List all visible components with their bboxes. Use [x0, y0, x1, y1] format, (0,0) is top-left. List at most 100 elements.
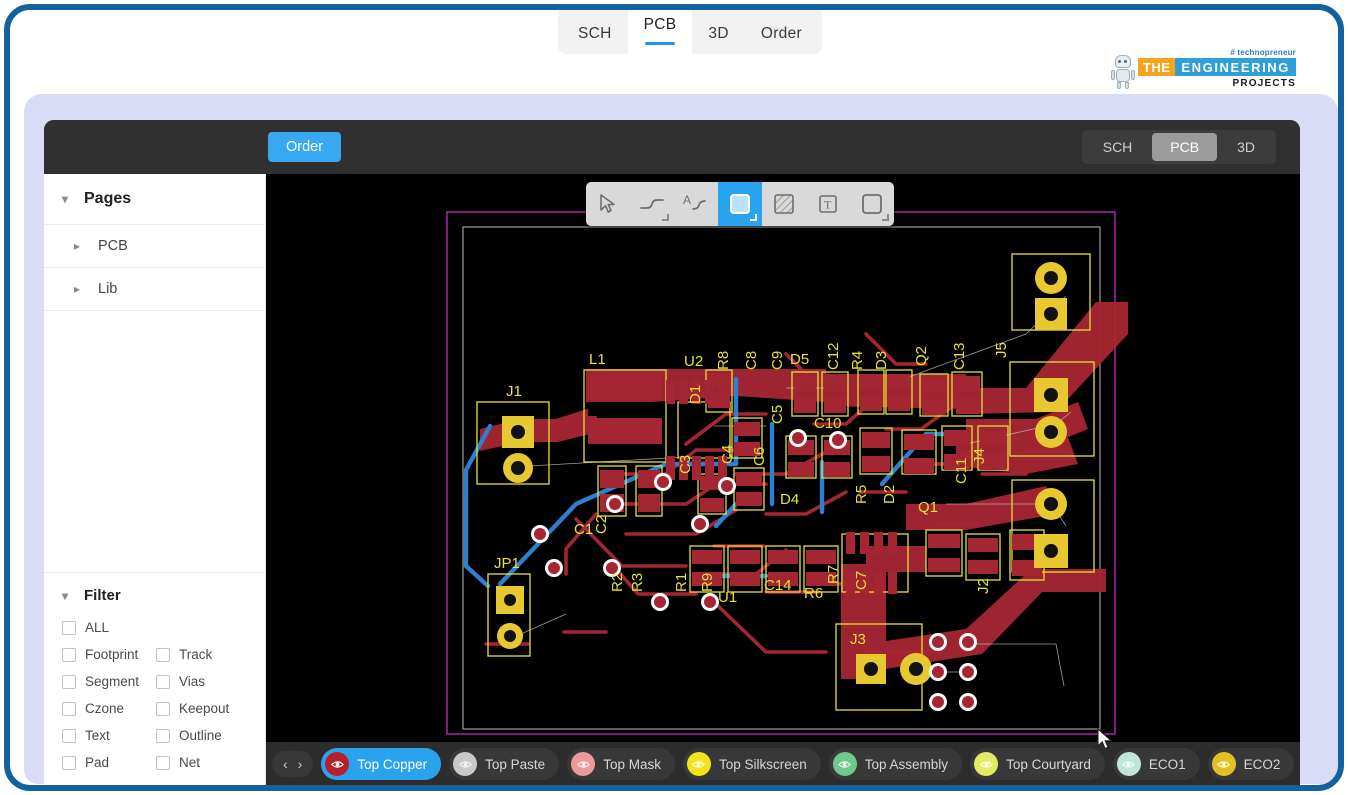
sidebar-spacer: [44, 311, 265, 573]
editor-header: Order SCH PCB 3D: [44, 120, 1300, 174]
robot-mascot-icon: [1110, 55, 1135, 89]
view-seg-sch[interactable]: SCH: [1085, 133, 1151, 161]
filter-label-outline: Outline: [179, 728, 222, 743]
filter-panel: ▾ Filter ALL Footprint Track Segment Via…: [44, 573, 265, 785]
filter-checkbox-footprint[interactable]: Footprint: [62, 641, 156, 668]
layer-visibility-eye-icon[interactable]: [325, 752, 350, 776]
filter-checkbox-text[interactable]: Text: [62, 722, 156, 749]
layer-visibility-eye-icon[interactable]: [1116, 752, 1141, 776]
doc-tab-3d-label: 3D: [708, 24, 729, 42]
designator-D3: D3: [873, 351, 890, 370]
auto-route-icon[interactable]: A: [674, 182, 718, 226]
filter-checkbox-track[interactable]: Track: [156, 641, 212, 668]
layer-visibility-eye-icon[interactable]: [832, 752, 857, 776]
layer-label-top-copper: Top Copper: [357, 756, 428, 772]
layer-next-icon[interactable]: ›: [295, 756, 306, 772]
designator-R1: R1: [673, 573, 690, 592]
layer-visibility-eye-icon[interactable]: [571, 752, 596, 776]
chevron-down-icon: ▾: [62, 192, 69, 206]
layer-chip-top-assembly[interactable]: Top Assembly: [828, 748, 963, 780]
filter-checkbox-all[interactable]: ALL: [62, 614, 156, 641]
filter-checkbox-outline[interactable]: Outline: [156, 722, 222, 749]
layer-chip-eco2[interactable]: ECO2: [1207, 748, 1295, 780]
layer-prev-icon[interactable]: ‹: [280, 756, 291, 772]
checkbox-box: [62, 728, 76, 743]
layer-nav-arrows[interactable]: ‹ ›: [272, 751, 314, 777]
layer-visibility-eye-icon[interactable]: [1211, 752, 1236, 776]
designator-C3: C3: [677, 455, 694, 474]
layer-chip-top-courtyard[interactable]: Top Courtyard: [970, 748, 1105, 780]
designator-C6: C6: [751, 447, 768, 466]
order-button[interactable]: Order: [268, 132, 342, 162]
sidebar-item-pcb-label: PCB: [98, 238, 128, 254]
filter-panel-header[interactable]: ▾ Filter: [44, 573, 265, 614]
tool-expand-corner: [662, 214, 669, 221]
pcb-canvas[interactable]: A T J1 JP1 L1 U2 C1 C2 C3 D1 C4 C6 C5 R8…: [266, 174, 1300, 785]
filter-label-net: Net: [179, 755, 201, 770]
sidebar-item-pcb[interactable]: ▸ PCB: [44, 225, 265, 268]
filter-checkbox-pad[interactable]: Pad: [62, 749, 156, 776]
designator-R3: R3: [629, 573, 646, 592]
layer-label-top-mask: Top Mask: [603, 756, 661, 772]
layer-chip-top-paste[interactable]: Top Paste: [449, 748, 560, 780]
designator-R4: R4: [849, 351, 866, 370]
text-tool-icon[interactable]: T: [806, 182, 850, 226]
layer-chip-eco1[interactable]: ECO1: [1112, 748, 1200, 780]
route-track-icon[interactable]: [630, 182, 674, 226]
filter-label-keepout: Keepout: [179, 701, 230, 716]
filter-row-3: Czone Keepout: [44, 695, 265, 722]
checkbox-box: [156, 701, 170, 716]
select-cursor-icon[interactable]: [586, 182, 630, 226]
designator-J3: J3: [850, 631, 866, 648]
view-seg-3d[interactable]: 3D: [1219, 133, 1273, 161]
brand-logo: # technopreneur THE ENGINEERING PROJECTS: [1110, 48, 1296, 89]
filter-row-all: ALL: [44, 614, 265, 641]
designator-C8: C8: [743, 351, 760, 370]
chevron-down-icon: ▾: [62, 588, 69, 603]
designator-C9: C9: [769, 351, 786, 370]
brand-engineering: ENGINEERING: [1175, 58, 1296, 76]
doc-tab-pcb[interactable]: PCB: [627, 10, 693, 54]
designator-Q2: Q2: [913, 346, 930, 366]
tool-expand-corner: [750, 214, 757, 221]
designator-C12: C12: [825, 342, 842, 370]
designator-JP1: JP1: [494, 555, 520, 572]
filter-label-all: ALL: [85, 620, 110, 635]
pcb-editor-window: Order SCH PCB 3D ▾ Pages ▸ PCB ▸ Lib ▾ F…: [44, 120, 1300, 785]
outline-rect-icon[interactable]: [850, 182, 894, 226]
filter-checkbox-keepout[interactable]: Keepout: [156, 695, 229, 722]
layer-label-top-silkscreen: Top Silkscreen: [718, 756, 807, 772]
layer-label-top-assembly: Top Assembly: [864, 756, 949, 772]
filter-label-segment: Segment: [85, 674, 140, 689]
doc-tab-order[interactable]: Order: [745, 10, 818, 54]
designator-C7: C7: [853, 571, 870, 590]
sidebar-item-lib[interactable]: ▸ Lib: [44, 268, 265, 311]
filter-row-5: Pad Net: [44, 749, 265, 776]
layer-visibility-eye-icon[interactable]: [686, 752, 711, 776]
filter-checkbox-segment[interactable]: Segment: [62, 668, 156, 695]
layer-chip-top-silkscreen[interactable]: Top Silkscreen: [682, 748, 821, 780]
chevron-right-icon: ▸: [74, 282, 81, 296]
filter-checkbox-vias[interactable]: Vias: [156, 668, 205, 695]
designator-D4: D4: [780, 491, 799, 508]
app-frame: SCH PCB 3D Order # technopreneur THE ENG…: [4, 4, 1344, 791]
copper-pour-icon[interactable]: [762, 182, 806, 226]
layer-chip-top-mask[interactable]: Top Mask: [567, 748, 675, 780]
doc-tab-3d[interactable]: 3D: [692, 10, 744, 54]
designator-L1: L1: [589, 351, 606, 368]
svg-text:A: A: [683, 193, 691, 207]
pages-panel-header[interactable]: ▾ Pages: [44, 174, 265, 225]
filter-checkbox-net[interactable]: Net: [156, 749, 200, 776]
view-seg-pcb[interactable]: PCB: [1152, 133, 1218, 161]
designator-Q1: Q1: [918, 499, 938, 516]
doc-tab-sch[interactable]: SCH: [562, 10, 628, 54]
layer-chip-top-copper[interactable]: Top Copper: [321, 748, 442, 780]
filter-checkbox-czone[interactable]: Czone: [62, 695, 156, 722]
layer-bar: ‹ › Top Copper Top Paste Top Mask Top Si…: [266, 742, 1300, 785]
designator-D2: D2: [881, 485, 898, 504]
filled-rect-icon[interactable]: [718, 182, 762, 226]
designator-D5: D5: [790, 351, 809, 368]
layer-visibility-eye-icon[interactable]: [974, 752, 999, 776]
layer-visibility-eye-icon[interactable]: [453, 752, 478, 776]
brand-logo-text: # technopreneur THE ENGINEERING PROJECTS: [1137, 48, 1296, 89]
